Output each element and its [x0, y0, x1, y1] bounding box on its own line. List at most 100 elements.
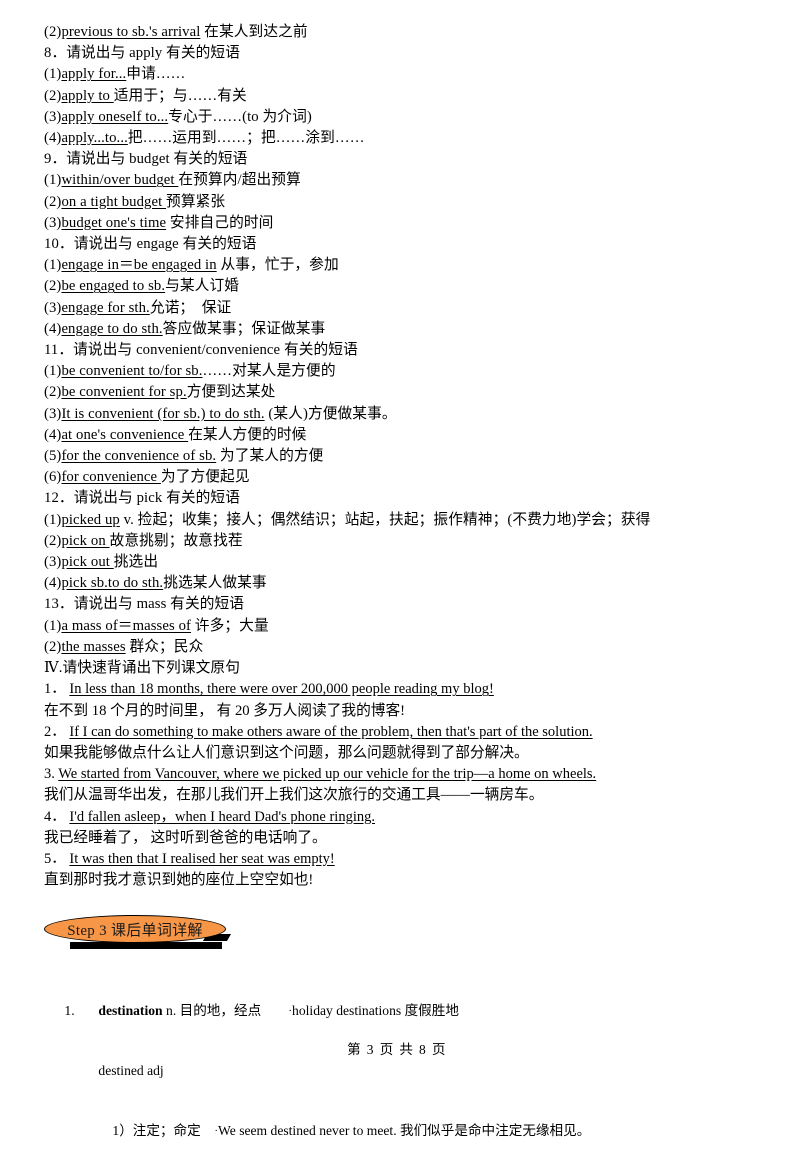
phrase-meaning: 在预算内/超出预算	[178, 172, 301, 189]
phrase-line: 10．请说出与 engage 有关的短语	[44, 234, 750, 255]
phrase-line: (3)It is convenient (for sb.) to do sth.…	[44, 404, 750, 425]
sentence-english-line: 4． I'd fallen asleep，when I heard Dad's …	[44, 807, 750, 828]
vocab-example-en: holiday destinations	[292, 1003, 402, 1019]
phrase-line: (4)apply...to...把……运用到……；把……涂到……	[44, 128, 750, 149]
phrase-meaning: 请说出与 pick 有关的短语	[73, 490, 241, 507]
phrase-text: be convenient to/for sb.	[61, 363, 203, 380]
phrase-line: Ⅳ.请快速背诵出下列课文原句	[44, 658, 750, 679]
phrase-text: previous to sb.'s arrival	[61, 24, 201, 40]
phrase-meaning: ……对某人是方便的	[202, 363, 336, 380]
vocab-sense-meaning: 注定；命定	[132, 1123, 201, 1139]
phrase-list: (2)previous to sb.'s arrival 在某人到达之前 8． 请说…	[44, 22, 750, 679]
phrase-meaning: 请说出与 mass 有关的短语	[73, 596, 245, 613]
phrase-meaning: 群众；民众	[125, 638, 204, 655]
page-footer: 第 3 页 共 8 页	[347, 1042, 447, 1057]
phrase-text: pick sb.to do sth.	[61, 575, 164, 592]
phrase-line-number: (1)	[44, 363, 62, 380]
vocab-meaning: 目的地，经点	[179, 1003, 262, 1019]
phrase-line-number: (2)	[44, 193, 62, 210]
phrase-meaning: 挑选出	[113, 554, 159, 571]
phrase-text: pick on	[61, 532, 110, 549]
phrase-text: for the convenience of sb.	[61, 448, 217, 465]
phrase-line: (3)budget one's time 安排自己的时间	[44, 213, 750, 234]
phrase-line-number: 8．	[44, 45, 67, 62]
phrase-meaning: 把……运用到……；把……涂到……	[127, 130, 365, 147]
vocab-line-headword: 1. destination n. 目的地，经点 ·holiday destina…	[44, 981, 750, 1041]
sentence-chinese: 在不到 18 个月的时间里， 有 20 多万人阅读了我的博客!	[44, 702, 406, 719]
phrase-line: (2)be engaged to sb.与某人订婚	[44, 276, 750, 297]
phrase-text: apply...to...	[61, 130, 128, 147]
sentence-chinese: 直到那时我才意识到她的座位上空空如也!	[44, 872, 314, 889]
phrase-line-number: (2)	[44, 278, 62, 295]
phrase-meaning: 故意挑剔；故意找茬	[109, 532, 243, 549]
phrase-line-number: (2)	[44, 638, 62, 655]
phrase-line-number: (4)	[44, 426, 62, 443]
sentence-number: 2．	[44, 723, 66, 740]
phrase-line: (1)picked up v. 捡起；收集；接人；偶然结识；站起，扶起；振作精神…	[44, 510, 750, 531]
vocab-line-sense: 1）注定；命定 ·We seem destined never to meet.…	[44, 1101, 750, 1161]
phrase-text: engage for sth.	[61, 299, 150, 316]
phrase-meaning: 与某人订婚	[165, 278, 240, 295]
vocab-sense-spacer	[201, 1123, 215, 1138]
phrase-text: on a tight budget	[61, 193, 167, 210]
sentence-english: It was then that I realised her seat was…	[69, 850, 335, 867]
phrase-line: (1)engage in＝be engaged in 从事，忙于，参加	[44, 255, 750, 276]
phrase-line: 12．请说出与 pick 有关的短语	[44, 488, 750, 509]
vocab-example-spacer	[261, 1003, 288, 1018]
phrase-text: budget one's time	[61, 214, 167, 231]
phrase-line-number: (4)	[44, 130, 62, 147]
step-3-banner: Step 3 课后单词详解	[40, 913, 750, 959]
phrase-line-number: (3)	[44, 405, 62, 422]
vocab-sense-number: 1）	[112, 1123, 133, 1139]
phrase-text: be convenient for sp.	[61, 384, 187, 401]
phrase-text: apply to	[61, 87, 114, 104]
sentence-english: I'd fallen asleep，when I heard Dad's pho…	[69, 808, 375, 825]
phrase-text: engage to do sth.	[61, 320, 163, 337]
sentence-english-line: 3. We started from Vancouver, where we p…	[44, 764, 750, 785]
phrase-text: pick out	[61, 554, 114, 571]
phrase-meaning: 为了某人的方便	[216, 448, 324, 465]
phrase-meaning: (某人)方便做某事。	[264, 405, 397, 422]
phrase-meaning: 方便到达某处	[186, 384, 276, 401]
phrase-line: (3)engage for sth.允诺； 保证	[44, 298, 750, 319]
phrase-text: be engaged to sb.	[61, 278, 166, 295]
phrase-text: within/over budget	[61, 172, 179, 189]
phrase-line-number: (1)	[44, 511, 62, 528]
phrase-meaning: 请说出与 convenient/convenience 有关的短语	[73, 342, 358, 359]
phrase-line: (1)apply for...申请……	[44, 64, 750, 85]
step-banner-label: Step 3 课后单词详解	[67, 922, 203, 939]
sentence-block: 5． It was then that I realised her seat …	[44, 849, 750, 891]
sentence-number: 3.	[44, 766, 55, 783]
phrase-meaning: 答应做某事；保证做某事	[162, 320, 326, 337]
phrase-line-number: (3)	[44, 299, 62, 316]
phrase-line: (1)a mass of＝masses of 许多；大量	[44, 616, 750, 637]
phrase-line-number: 11．	[44, 342, 74, 359]
phrase-meaning: 请说出与 budget 有关的短语	[66, 151, 248, 168]
sentence-number: 1．	[44, 681, 66, 698]
step-banner-ellipse: Step 3 课后单词详解	[44, 915, 226, 944]
phrase-line: (2)pick on 故意挑剔；故意找茬	[44, 531, 750, 552]
phrase-line: (6)for convenience 为了方便起见	[44, 467, 750, 488]
phrase-line: (4)pick sb.to do sth.挑选某人做某事	[44, 573, 750, 594]
phrase-text: apply for...	[61, 66, 127, 83]
sentence-english: In less than 18 months, there were over …	[69, 681, 494, 698]
phrase-line-number: 13．	[44, 596, 74, 613]
phrase-line: (5)for the convenience of sb. 为了某人的方便	[44, 446, 750, 467]
phrase-line-number: (3)	[44, 108, 62, 125]
phrase-text: picked up	[61, 511, 120, 528]
phrase-text: for convenience	[61, 469, 161, 486]
phrase-meaning: 在某人方便的时候	[188, 426, 307, 443]
phrase-line: (2)apply to 适用于；与……有关	[44, 86, 750, 107]
sentence-list: 1． In less than 18 months, there were ov…	[44, 679, 750, 891]
phrase-meaning: 请说出与 engage 有关的短语	[73, 236, 257, 253]
phrase-line: (4)engage to do sth.答应做某事；保证做某事	[44, 319, 750, 340]
sentence-block: 3. We started from Vancouver, where we p…	[44, 764, 750, 806]
phrase-line: (2)the masses 群众；民众	[44, 637, 750, 658]
phrase-line: (2)on a tight budget 预算紧张	[44, 192, 750, 213]
vocab-word: destination	[98, 1003, 163, 1019]
sentence-english-line: 5． It was then that I realised her seat …	[44, 849, 750, 870]
phrase-line: 9．请说出与 budget 有关的短语	[44, 149, 750, 170]
phrase-line: (2)previous to sb.'s arrival 在某人到达之前	[44, 22, 750, 43]
vocab-example-cn: 度假胜地	[401, 1003, 459, 1019]
phrase-text: apply oneself to...	[61, 108, 169, 125]
